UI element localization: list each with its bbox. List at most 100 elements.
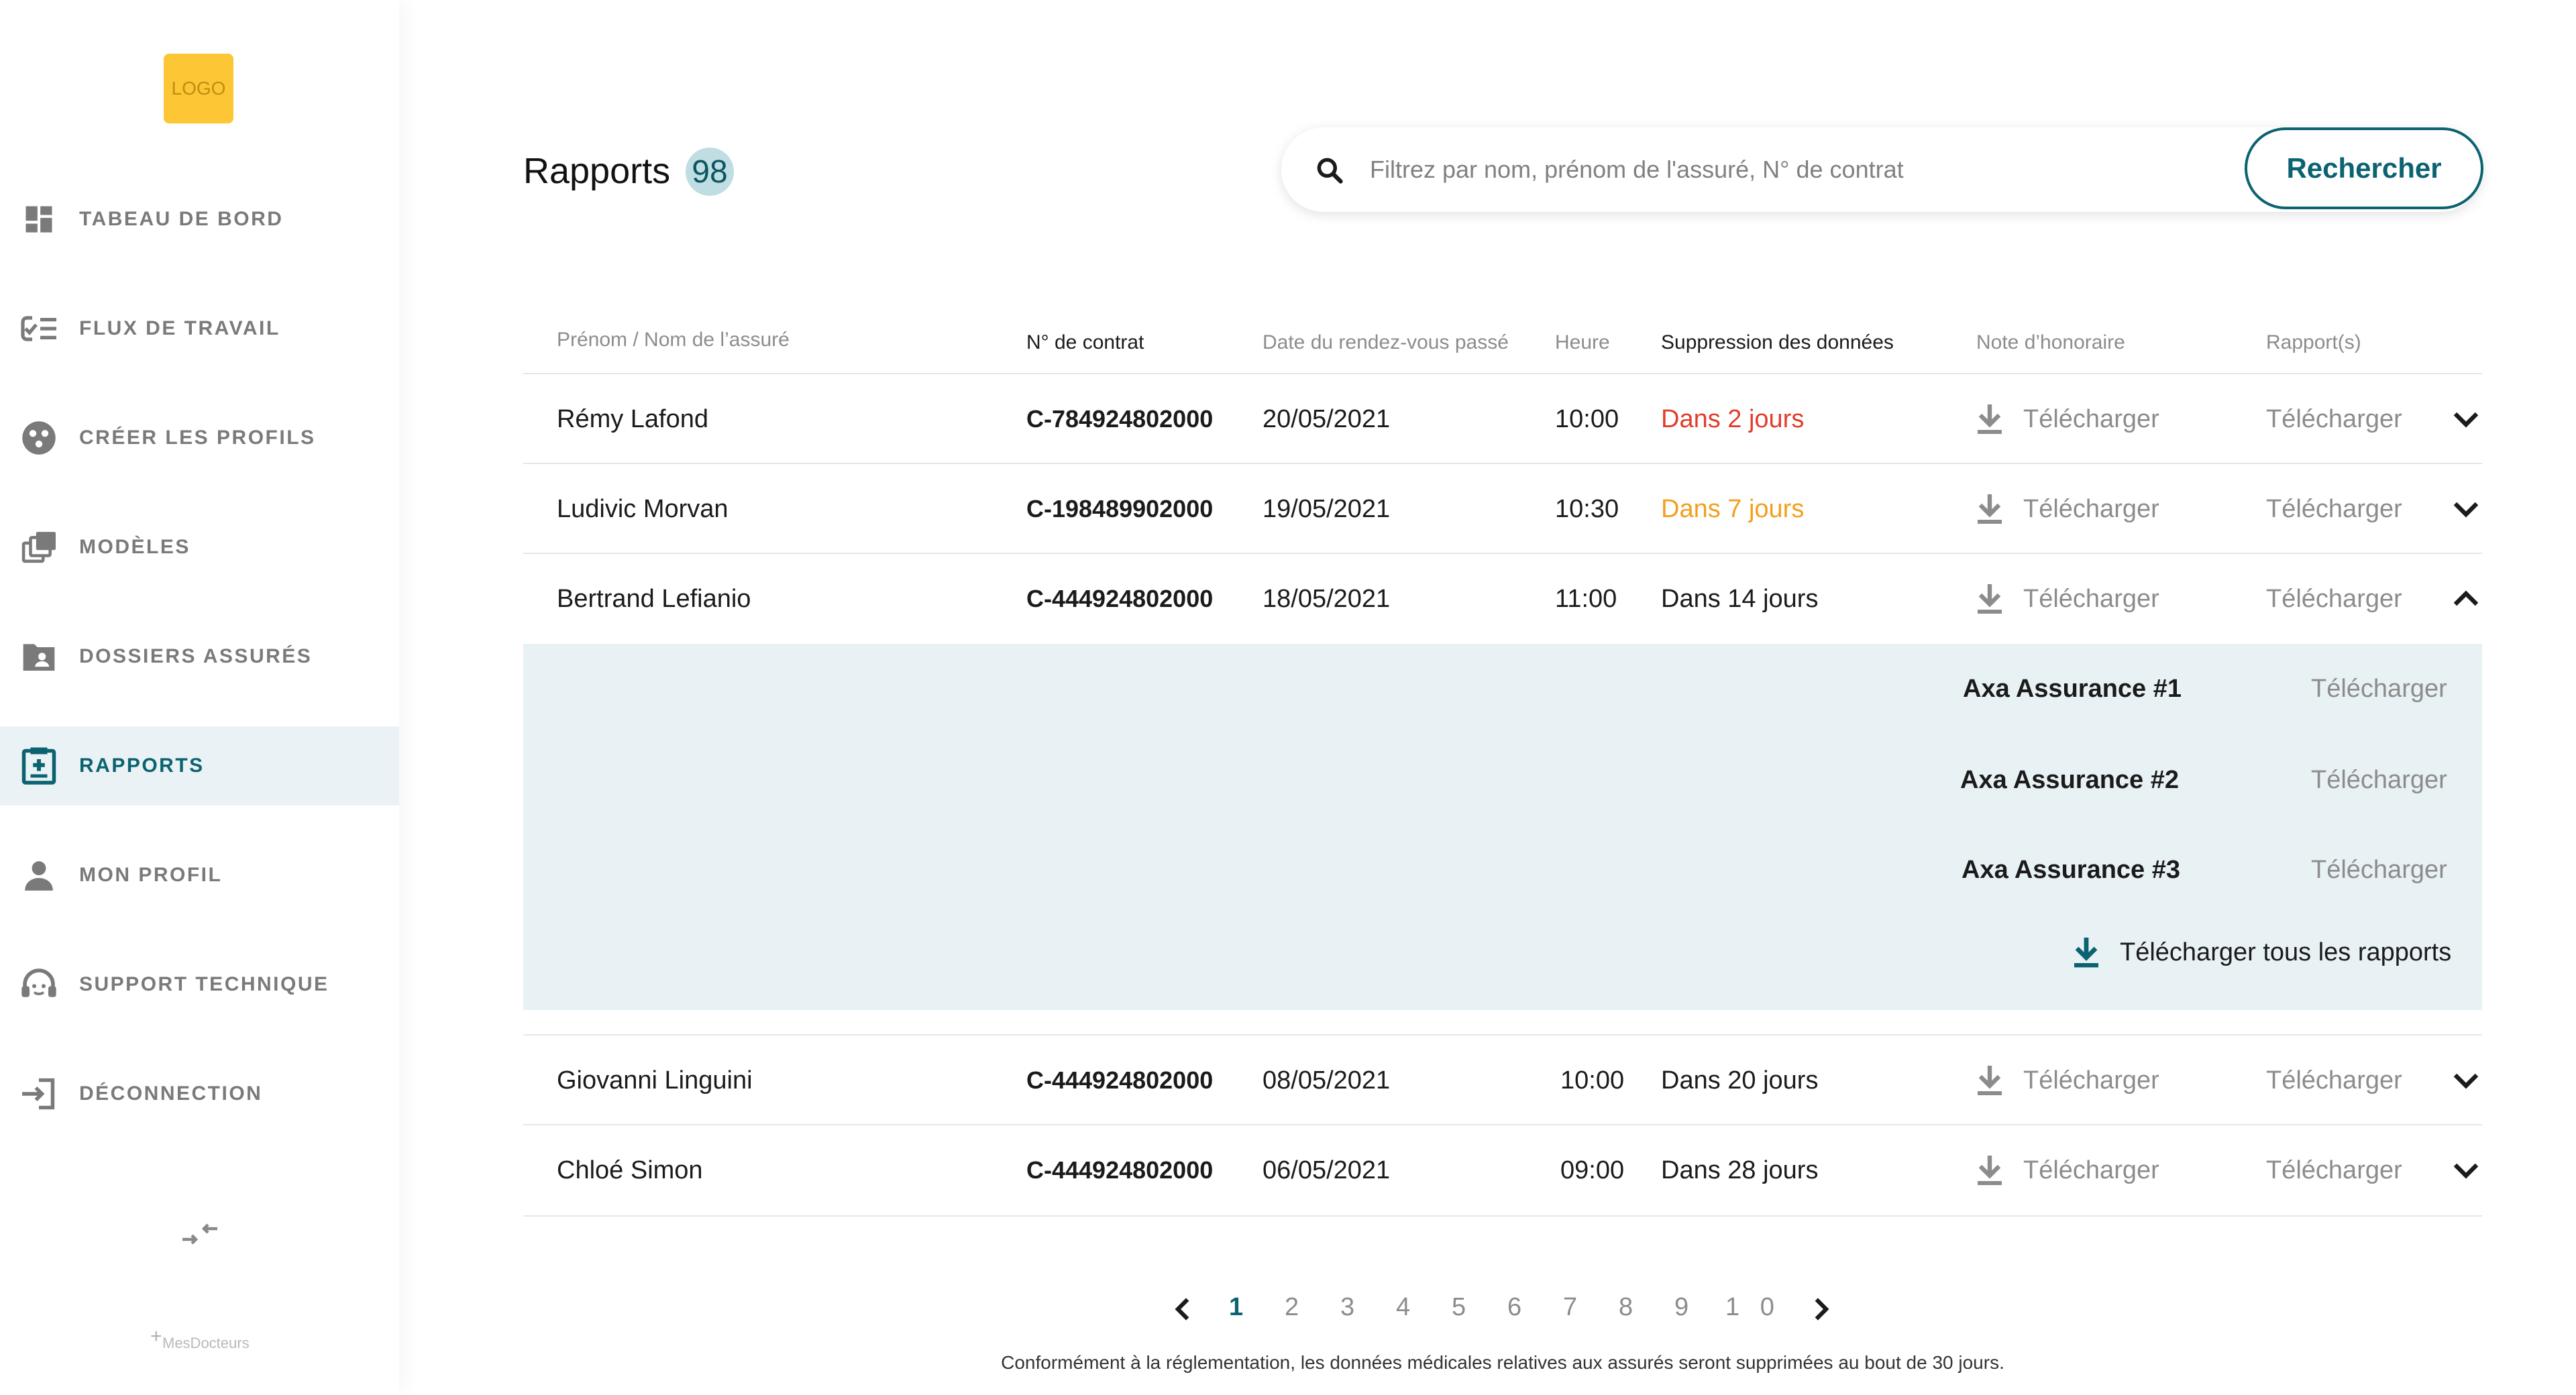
support-icon: [19, 966, 59, 1003]
download-icon: [1978, 404, 2002, 434]
fee-download-button[interactable]: Télécharger: [1976, 464, 2159, 554]
appointment-time: 10:30: [1555, 494, 1619, 523]
table-row[interactable]: Rémy Lafond C-784924802000 20/05/2021 10…: [523, 373, 2482, 464]
logo[interactable]: LOGO: [164, 54, 233, 123]
sidebar-item-logout[interactable]: DÉCONNECTION: [0, 1054, 399, 1133]
chevron-down-icon[interactable]: [2453, 409, 2479, 429]
sidebar-item-templates[interactable]: MODÈLES: [0, 508, 399, 587]
appointment-time: 10:00: [1555, 404, 1619, 433]
download-icon: [1978, 494, 2002, 524]
sidebar-item-label: MON PROFIL: [79, 864, 223, 886]
page-8[interactable]: 8: [1619, 1293, 1633, 1322]
fee-download-button[interactable]: Télécharger: [1976, 554, 2159, 644]
chevron-down-icon[interactable]: [2453, 1160, 2479, 1180]
collapse-sidebar-icon[interactable]: [180, 1221, 220, 1247]
insured-name: Ludivic Morvan: [557, 494, 729, 523]
sidebar-item-dashboard[interactable]: TABEAU DE BORD: [0, 180, 399, 259]
chevron-down-icon[interactable]: [2453, 1070, 2479, 1091]
insured-name: Rémy Lafond: [557, 404, 709, 433]
page-2[interactable]: 2: [1285, 1293, 1299, 1322]
download-icon: [2074, 938, 2098, 968]
sidebar-item-create-profiles[interactable]: CRÉER LES PROFILS: [0, 398, 399, 478]
report-name: Axa Assurance #2: [1960, 766, 2180, 794]
report-name: Axa Assurance #1: [1963, 675, 2182, 703]
sidebar-item-reports[interactable]: RAPPORTS: [0, 726, 399, 805]
report-download-link[interactable]: Télécharger: [2311, 675, 2447, 704]
sidebar-item-support[interactable]: SUPPORT TECHNIQUE: [0, 945, 399, 1024]
page-4[interactable]: 4: [1396, 1293, 1410, 1322]
column-header-contract: N° de contrat: [1026, 331, 1144, 353]
templates-icon: [19, 528, 59, 566]
reports-icon: [19, 747, 59, 785]
search-input[interactable]: [1368, 148, 2163, 192]
download-icon: [1978, 1066, 2002, 1095]
report-download-link[interactable]: Télécharger: [2311, 856, 2447, 885]
deletion-status: Dans 20 jours: [1661, 1066, 1819, 1095]
page-7[interactable]: 7: [1563, 1293, 1577, 1322]
sidebar-item-label: SUPPORT TECHNIQUE: [79, 973, 329, 995]
chevron-right-icon[interactable]: [1811, 1297, 1831, 1321]
report-download-link[interactable]: Télécharger: [2311, 766, 2447, 795]
appointment-date: 08/05/2021: [1263, 1066, 1391, 1095]
appointment-time: 10:00: [1560, 1066, 1625, 1095]
fee-download-label: Télécharger: [2023, 584, 2159, 613]
page-6[interactable]: 6: [1507, 1293, 1521, 1322]
sidebar-item-profile[interactable]: MON PROFIL: [0, 836, 399, 915]
workflow-icon: [19, 310, 59, 347]
chevron-up-icon[interactable]: [2453, 589, 2479, 609]
data-retention-notice: Conformément à la réglementation, les do…: [1001, 1352, 2004, 1373]
create-profiles-icon: [19, 419, 59, 457]
page-1[interactable]: 1: [1229, 1293, 1243, 1322]
fee-download-button[interactable]: Télécharger: [1976, 1125, 2159, 1215]
search-bar: Rechercher: [1281, 127, 2483, 212]
appointment-time: 09:00: [1560, 1156, 1625, 1184]
logout-icon: [19, 1075, 59, 1113]
appointment-date: 20/05/2021: [1263, 404, 1391, 433]
page-10[interactable]: 1 0: [1725, 1293, 1781, 1322]
chevron-down-icon[interactable]: [2453, 499, 2479, 519]
fee-download-button[interactable]: Télécharger: [1976, 1036, 2159, 1125]
sidebar-item-label: DÉCONNECTION: [79, 1082, 263, 1105]
sidebar: LOGO TABEAU DE BORD FLUX DE TRAVAIL CRÉE…: [0, 0, 399, 1395]
table-row[interactable]: Chloé Simon C-444924802000 06/05/2021 09…: [523, 1124, 2482, 1217]
page-5[interactable]: 5: [1452, 1293, 1466, 1322]
column-header-date: Date du rendez-vous passé: [1263, 331, 1509, 353]
table-row[interactable]: Bertrand Lefianio C-444924802000 18/05/2…: [523, 553, 2482, 644]
contract-number: C-198489902000: [1026, 495, 1214, 522]
appointment-time: 11:00: [1555, 584, 1617, 613]
search-button[interactable]: Rechercher: [2245, 127, 2483, 209]
page-3[interactable]: 3: [1340, 1293, 1354, 1322]
fee-download-button[interactable]: Télécharger: [1976, 374, 2159, 464]
appointment-date: 18/05/2021: [1263, 584, 1391, 613]
appointment-date: 06/05/2021: [1263, 1156, 1391, 1184]
table-row[interactable]: Giovanni Linguini C-444924802000 08/05/2…: [523, 1034, 2482, 1125]
download-all-label: Télécharger tous les rapports: [2120, 938, 2452, 966]
brand-logo: + MesDocteurs: [150, 1325, 250, 1352]
table-row[interactable]: Ludivic Morvan C-198489902000 19/05/2021…: [523, 463, 2482, 554]
chevron-left-icon[interactable]: [1173, 1297, 1193, 1321]
report-download-button[interactable]: Télécharger: [2266, 1125, 2402, 1215]
plus-icon: +: [150, 1325, 162, 1347]
sidebar-item-label: DOSSIERS ASSURÉS: [79, 645, 313, 667]
report-download-button[interactable]: Télécharger: [2266, 554, 2402, 644]
column-header-deletion: Suppression des données: [1661, 331, 1894, 353]
sidebar-item-insured-folders[interactable]: DOSSIERS ASSURÉS: [0, 617, 399, 696]
sidebar-item-workflow[interactable]: FLUX DE TRAVAIL: [0, 289, 399, 368]
column-header-name: Prénom / Nom de l’assuré: [557, 329, 790, 351]
appointment-date: 19/05/2021: [1263, 494, 1391, 523]
sidebar-item-label: FLUX DE TRAVAIL: [79, 317, 280, 339]
sidebar-item-label: RAPPORTS: [79, 755, 205, 777]
report-download-button[interactable]: Télécharger: [2266, 464, 2402, 554]
contract-number: C-444924802000: [1026, 1156, 1214, 1184]
download-all-reports-button[interactable]: Télécharger tous les rapports: [2073, 936, 2451, 968]
report-download-button[interactable]: Télécharger: [2266, 1036, 2402, 1125]
column-header-time: Heure: [1555, 331, 1610, 353]
insured-name: Chloé Simon: [557, 1156, 703, 1184]
fee-download-label: Télécharger: [2023, 1156, 2159, 1184]
page-title: Rapports: [523, 151, 671, 191]
contract-number: C-784924802000: [1026, 405, 1214, 433]
insured-name: Bertrand Lefianio: [557, 584, 751, 613]
page-9[interactable]: 9: [1674, 1293, 1688, 1322]
report-download-button[interactable]: Télécharger: [2266, 374, 2402, 464]
logo-text: LOGO: [171, 78, 226, 99]
